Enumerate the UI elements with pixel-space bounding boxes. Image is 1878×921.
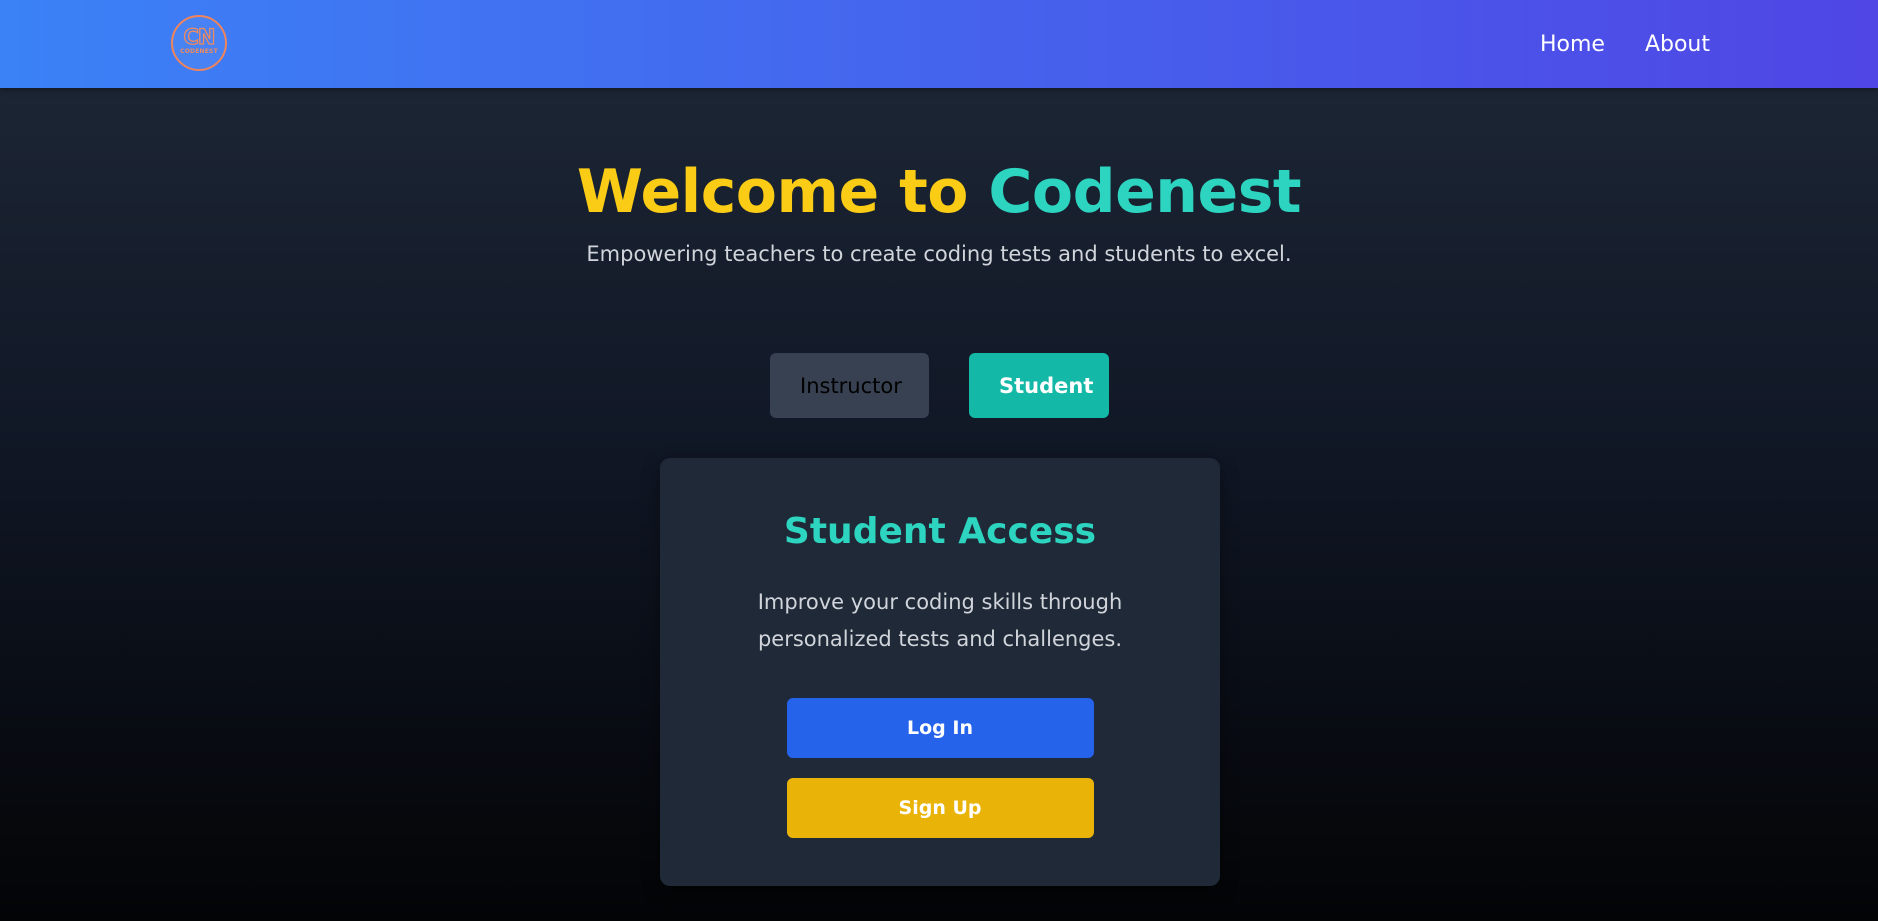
- nav-links: Home About: [1540, 0, 1710, 88]
- codenest-logo[interactable]: CN CODENEST: [171, 15, 227, 71]
- student-access-card: Student Access Improve your coding skill…: [660, 458, 1220, 886]
- role-toggle: Instructor Student: [0, 353, 1878, 418]
- hero-subtitle: Empowering teachers to create coding tes…: [586, 242, 1292, 266]
- logo-mark: CN: [183, 25, 216, 49]
- navbar: CN CODENEST Home About: [0, 0, 1878, 88]
- hero-title-brand: Codenest: [988, 157, 1302, 227]
- nav-link-about[interactable]: About: [1645, 32, 1710, 57]
- login-button[interactable]: Log In: [786, 698, 1094, 758]
- student-tab-button[interactable]: Student: [969, 353, 1109, 418]
- hero-title: Welcome to Codenest: [0, 156, 1878, 228]
- signup-button[interactable]: Sign Up: [786, 778, 1094, 838]
- hero-title-welcome: Welcome to: [576, 157, 969, 227]
- instructor-tab-button[interactable]: Instructor: [770, 353, 929, 418]
- logo-wordmark: CODENEST: [180, 48, 218, 55]
- nav-link-home[interactable]: Home: [1540, 32, 1605, 57]
- card-title: Student Access: [783, 511, 1097, 552]
- card-description: Improve your coding skills through perso…: [757, 590, 1123, 651]
